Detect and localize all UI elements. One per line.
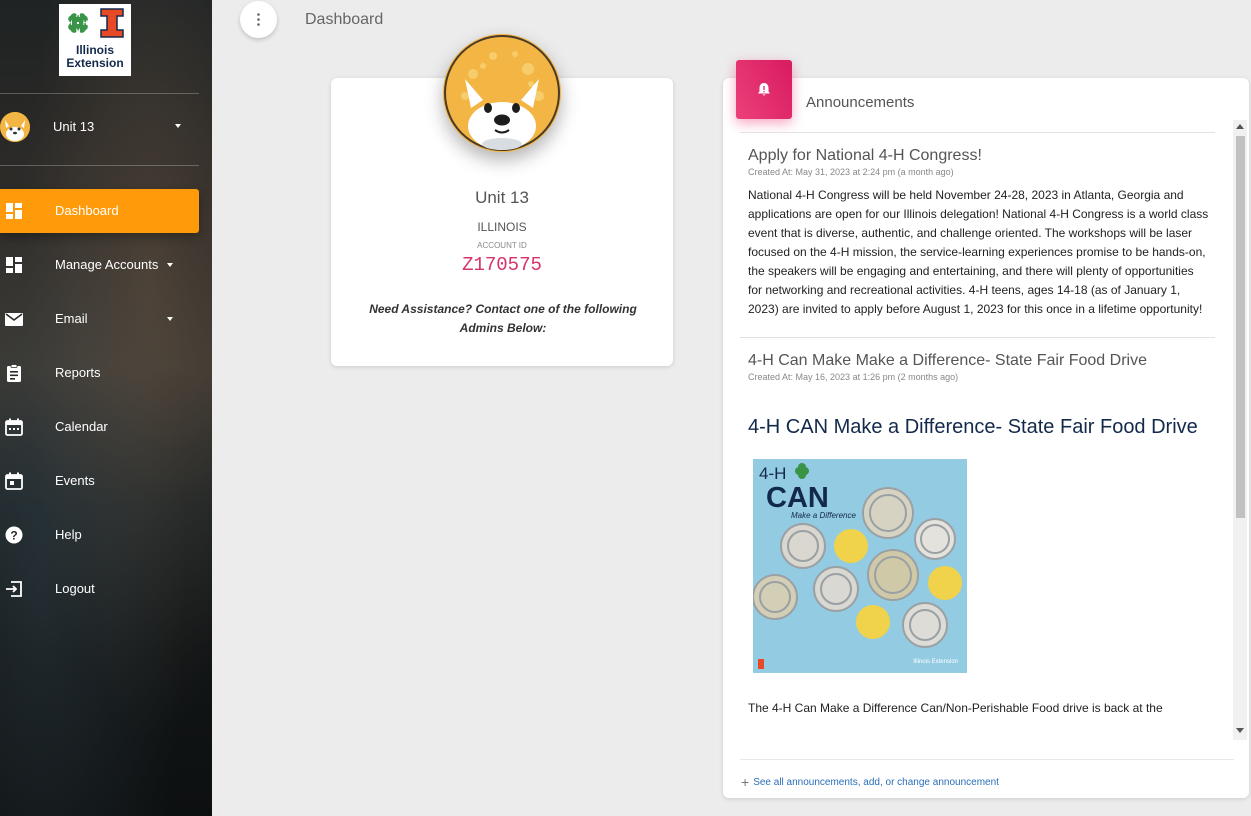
event-icon [5, 472, 23, 490]
scroll-up-arrow-icon[interactable] [1236, 124, 1244, 129]
image-can-text: CAN [766, 482, 829, 514]
announcement-body: National 4-H Congress will be held Novem… [748, 188, 1209, 316]
clipboard-icon [7, 364, 21, 382]
food-drive-image: 4-H CAN Make a Difference Illinois Exten… [753, 459, 967, 673]
chevron-down-icon [167, 317, 173, 321]
announcement-item: Apply for National 4-H Congress! Created… [740, 147, 1215, 319]
sidebar-item-label: Logout [55, 581, 95, 596]
announcement-title[interactable]: 4-H Can Make Make a Difference- State Fa… [748, 352, 1215, 370]
bell-icon [758, 83, 770, 96]
svg-text:?: ? [10, 529, 17, 543]
plus-icon: + [741, 774, 750, 790]
announcements-title: Announcements [806, 94, 915, 111]
sidebar-item-label: Help [55, 527, 82, 542]
sidebar-item-calendar[interactable]: Calendar [0, 405, 199, 449]
sidebar-item-logout[interactable]: Logout [0, 567, 199, 611]
svg-text:H: H [68, 21, 72, 27]
sidebar-item-email[interactable]: Email [0, 297, 199, 341]
scrollbar[interactable] [1233, 120, 1247, 740]
help-icon: ? [5, 526, 23, 544]
mail-icon [5, 313, 23, 326]
image-logo-text: Illinois Extension [913, 659, 958, 665]
announcements-badge [736, 60, 792, 119]
calendar-icon [5, 418, 23, 436]
image-tagline-text: Make a Difference [791, 511, 856, 520]
avatar [0, 112, 30, 142]
divider [740, 337, 1215, 338]
sidebar-item-help[interactable]: ? Help [0, 513, 199, 557]
illinois-extension-logo[interactable]: HHHH Illinois Extension [59, 4, 131, 76]
sidebar-item-dashboard[interactable]: Dashboard [0, 189, 199, 233]
svg-text:H: H [76, 13, 80, 19]
divider [740, 132, 1215, 133]
sidebar-item-label: Events [55, 473, 95, 488]
sidebar-item-events[interactable]: Events [0, 459, 199, 503]
more-vertical-icon [257, 13, 260, 26]
announcement-heading: 4-H CAN Make a Difference- State Fair Fo… [748, 416, 1198, 438]
sidebar-divider [0, 93, 199, 94]
user-menu[interactable]: Unit 13 [0, 110, 199, 144]
logo-text: Illinois Extension [66, 43, 124, 70]
svg-text:H: H [76, 29, 80, 35]
see-all-announcements-link[interactable]: + See all announcements, add, or change a… [741, 772, 999, 790]
chevron-down-icon [167, 263, 173, 267]
page-title: Dashboard [305, 11, 384, 28]
announcement-date: Created At: May 16, 2023 at 1:26 pm (2 m… [748, 372, 959, 382]
scroll-down-arrow-icon[interactable] [1236, 728, 1244, 733]
scroll-thumb[interactable] [1236, 136, 1245, 518]
account-id-label: ACCOUNT ID [477, 241, 527, 250]
sidebar-item-label: Manage Accounts [55, 257, 159, 272]
block-i-icon [100, 8, 124, 38]
four-h-clover-icon: HHHH [68, 13, 88, 35]
chevron-down-icon [175, 124, 181, 128]
sidebar: HHHH Illinois Extension Unit 13 Dashboar… [0, 0, 212, 816]
sidebar-item-manage-accounts[interactable]: Manage Accounts [0, 243, 199, 287]
dashboard-icon [6, 203, 22, 219]
sidebar-divider [0, 165, 199, 166]
announcement-item: 4-H Can Make Make a Difference- State Fa… [740, 352, 1215, 715]
sidebar-item-label: Dashboard [55, 203, 119, 218]
announcement-title[interactable]: Apply for National 4-H Congress! [748, 147, 1215, 165]
image-brand-text: 4-H [759, 464, 786, 483]
profile-name: Unit 13 [475, 188, 529, 207]
link-label: See all announcements, add, or change an… [753, 777, 999, 788]
more-options-button[interactable] [240, 1, 277, 38]
announcements-list[interactable]: Apply for National 4-H Congress! Created… [740, 132, 1215, 740]
svg-text:H: H [83, 21, 87, 27]
sidebar-item-label: Email [55, 311, 88, 326]
divider [740, 759, 1234, 760]
logout-icon [6, 581, 22, 597]
announcement-date: Created At: May 31, 2023 at 2:24 pm (a m… [748, 167, 954, 177]
dashboard-icon [6, 257, 22, 273]
sidebar-item-label: Reports [55, 365, 101, 380]
profile-state: ILLINOIS [477, 220, 527, 234]
profile-avatar [443, 34, 561, 152]
sidebar-item-reports[interactable]: Reports [0, 351, 199, 395]
account-id: Z170575 [462, 254, 542, 276]
user-name: Unit 13 [53, 119, 95, 134]
sidebar-item-label: Calendar [55, 419, 108, 434]
announcement-body: The 4-H Can Make a Difference Can/Non-Pe… [748, 701, 1163, 715]
assistance-text: Need Assistance? Contact one of the foll… [369, 302, 637, 335]
